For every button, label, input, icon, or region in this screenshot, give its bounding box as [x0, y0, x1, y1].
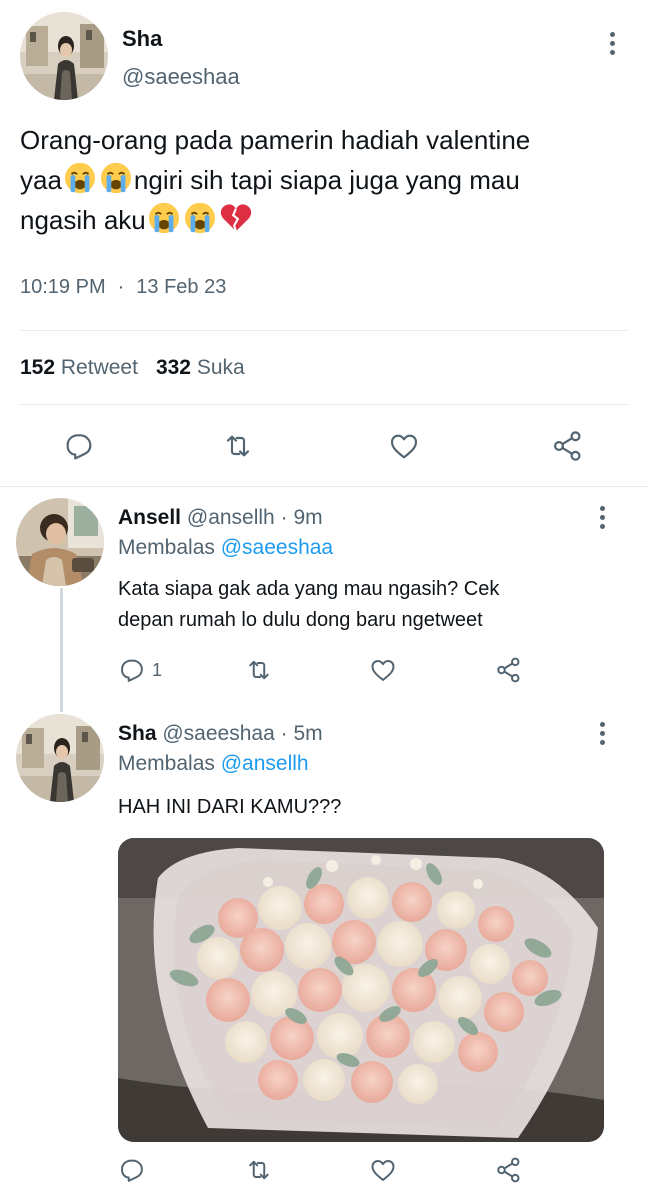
retweet-button[interactable] — [220, 430, 256, 462]
tweet-time: 10:19 PM — [20, 276, 106, 298]
heart-icon — [371, 1160, 395, 1181]
attached-photo[interactable] — [118, 838, 604, 1142]
heart-icon — [371, 660, 395, 681]
loudly-crying-face-icon — [100, 162, 132, 194]
share-icon — [497, 657, 520, 683]
reply-button[interactable] — [118, 1156, 146, 1184]
share-button[interactable] — [550, 428, 586, 464]
replying-to: Membalas @ansellh — [118, 752, 309, 776]
text-segment: ngasih aku — [20, 205, 146, 235]
like-stat[interactable]: 332 Suka — [156, 356, 245, 379]
replying-to: Membalas @saeeshaa — [118, 536, 333, 560]
share-icon — [497, 1157, 520, 1183]
like-button[interactable] — [368, 1156, 398, 1184]
reply-icon — [121, 1159, 143, 1182]
tweet-time[interactable]: 9m — [293, 506, 322, 529]
handle[interactable]: @ansellh — [187, 506, 275, 529]
divider — [20, 404, 628, 405]
avatar[interactable] — [16, 498, 104, 586]
retweet-button[interactable] — [244, 656, 274, 684]
loudly-crying-face-icon — [148, 202, 179, 234]
avatar[interactable] — [20, 12, 108, 100]
avatar[interactable] — [16, 714, 104, 802]
like-count: 332 — [155, 356, 191, 379]
tweet-time[interactable]: 5m — [293, 722, 322, 745]
replying-prefix: Membalas — [118, 752, 215, 775]
reply-header: Sha @saeeshaa · 5m — [118, 722, 323, 746]
thread-connector-line — [60, 588, 63, 712]
heart-icon — [390, 434, 418, 459]
retweet-label: Retweet — [60, 356, 138, 379]
more-options-icon[interactable] — [600, 28, 624, 58]
retweet-icon — [249, 660, 269, 680]
display-name[interactable]: Sha — [122, 26, 162, 52]
display-name[interactable]: Sha — [118, 722, 157, 745]
retweet-icon — [226, 435, 250, 457]
tweet-actions — [0, 424, 648, 468]
text-segment: ngiri sih tapi siapa juga yang mau — [133, 165, 520, 195]
retweet-stat[interactable]: 152 Retweet — [20, 356, 138, 379]
replying-to-link[interactable]: @saeeshaa — [221, 536, 333, 559]
tweet-text-line: depan rumah lo dulu dong baru ngetweet — [118, 609, 483, 631]
retweet-count: 152 — [20, 356, 56, 379]
reply-icon — [66, 434, 92, 460]
divider — [0, 486, 648, 487]
text-segment: Orang-orang pada pamerin hadiah valentin… — [20, 125, 531, 155]
reply-button[interactable]: 1 — [118, 656, 162, 684]
separator-dot: · — [280, 722, 288, 745]
separator-dot: · — [117, 276, 125, 298]
tweet-text-line: HAH INI DARI KAMU??? — [118, 796, 342, 818]
like-button[interactable] — [386, 430, 422, 462]
retweet-button[interactable] — [244, 1156, 274, 1184]
like-label: Suka — [196, 356, 245, 379]
loudly-crying-face-icon — [184, 202, 215, 234]
display-name[interactable]: Ansell — [118, 506, 181, 529]
reply-button[interactable] — [62, 430, 96, 462]
reply-header: Ansell @ansellh · 9m — [118, 506, 323, 530]
tweet-text: Orang-orang pada pamerin hadiah valentin… — [20, 120, 630, 240]
tweet-text: HAH INI DARI KAMU??? — [118, 792, 608, 823]
replying-to-link[interactable]: @ansellh — [221, 752, 309, 775]
handle[interactable]: @saeeshaa — [162, 722, 274, 745]
share-icon — [553, 431, 581, 461]
more-options-icon[interactable] — [590, 718, 614, 748]
share-button[interactable] — [494, 654, 524, 686]
text-segment: yaa — [20, 165, 62, 195]
reply-icon — [121, 659, 143, 682]
tweet-text-line: Kata siapa gak ada yang mau ngasih? Cek — [118, 578, 500, 600]
divider — [20, 330, 628, 331]
tweet-text: Kata siapa gak ada yang mau ngasih? Cek … — [118, 574, 608, 636]
replying-prefix: Membalas — [118, 536, 215, 559]
share-button[interactable] — [494, 1154, 524, 1186]
engagement-stats: 152 Retweet 332 Suka — [20, 356, 245, 380]
more-options-icon[interactable] — [590, 502, 614, 532]
broken-heart-icon — [220, 204, 251, 232]
tweet-date: 13 Feb 23 — [136, 276, 227, 298]
tweet-timestamp[interactable]: 10:19 PM · 13 Feb 23 — [20, 276, 226, 299]
flower-bouquet-image — [118, 838, 604, 1142]
tweet-text-line: Orang-orang pada pamerin hadiah valentin… — [20, 120, 630, 160]
tweet-text-line: yaa ngiri sih tapi siapa juga yang mau — [20, 160, 630, 200]
tweet-text-line: ngasih aku — [20, 200, 630, 240]
separator-dot: · — [280, 506, 288, 529]
reply-count: 1 — [152, 659, 163, 680]
handle[interactable]: @saeeshaa — [122, 64, 240, 90]
loudly-crying-face-icon — [64, 162, 96, 194]
retweet-icon — [249, 1160, 269, 1180]
like-button[interactable] — [368, 656, 398, 684]
